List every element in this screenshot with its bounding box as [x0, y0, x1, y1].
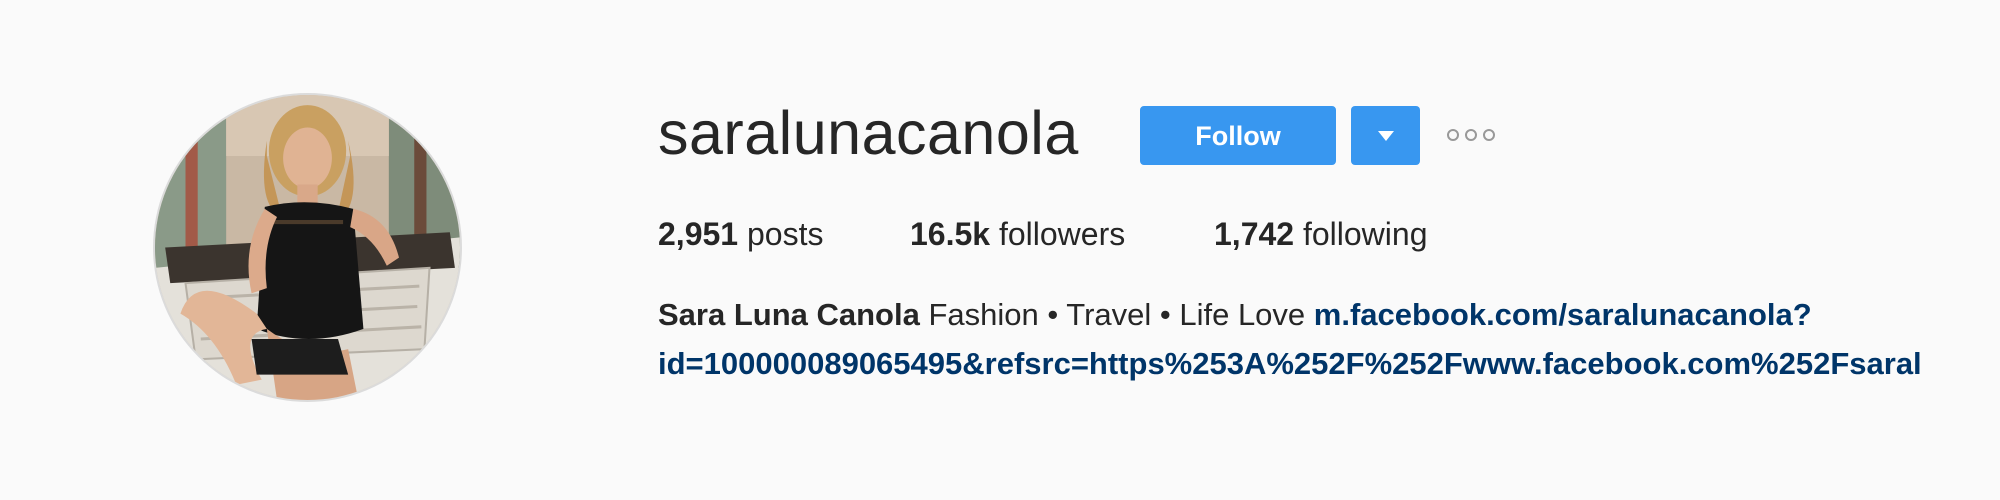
more-options-button[interactable] — [1447, 124, 1499, 146]
bio-line-2: id=100000089065495&refsrc=https%253A%252… — [658, 339, 2000, 388]
followers-count-value: 16.5k — [910, 216, 991, 252]
more-options-icon — [1483, 129, 1495, 141]
more-options-icon — [1447, 129, 1459, 141]
bio-text: Fashion • Travel • Life Love — [928, 297, 1306, 332]
caret-down-icon — [1378, 131, 1394, 141]
profile-full-name: Sara Luna Canola — [658, 297, 920, 332]
posts-count-label: posts — [746, 216, 824, 252]
followers-count-label: followers — [998, 216, 1126, 252]
following-link[interactable]: 1,742 following — [1214, 212, 1427, 256]
suggestions-dropdown-button[interactable] — [1351, 106, 1420, 165]
avatar[interactable] — [155, 95, 460, 400]
following-count-label: following — [1302, 216, 1428, 252]
bio-link[interactable]: m.facebook.com/saralunacanola? — [1314, 297, 1812, 332]
bio-link-continued[interactable]: id=100000089065495&refsrc=https%253A%252… — [658, 346, 1922, 381]
posts-count: 2,951 posts — [658, 212, 823, 256]
more-options-icon — [1465, 129, 1477, 141]
posts-count-value: 2,951 — [658, 216, 739, 252]
followers-link[interactable]: 16.5k followers — [910, 212, 1125, 256]
profile-photo — [155, 95, 460, 400]
bio-line-1: Sara Luna Canola Fashion • Travel • Life… — [658, 290, 2000, 339]
profile-username: saralunacanola — [658, 99, 1079, 167]
follow-button[interactable]: Follow — [1140, 106, 1336, 165]
following-count-value: 1,742 — [1214, 216, 1295, 252]
profile-bio: Sara Luna Canola Fashion • Travel • Life… — [658, 290, 2000, 388]
